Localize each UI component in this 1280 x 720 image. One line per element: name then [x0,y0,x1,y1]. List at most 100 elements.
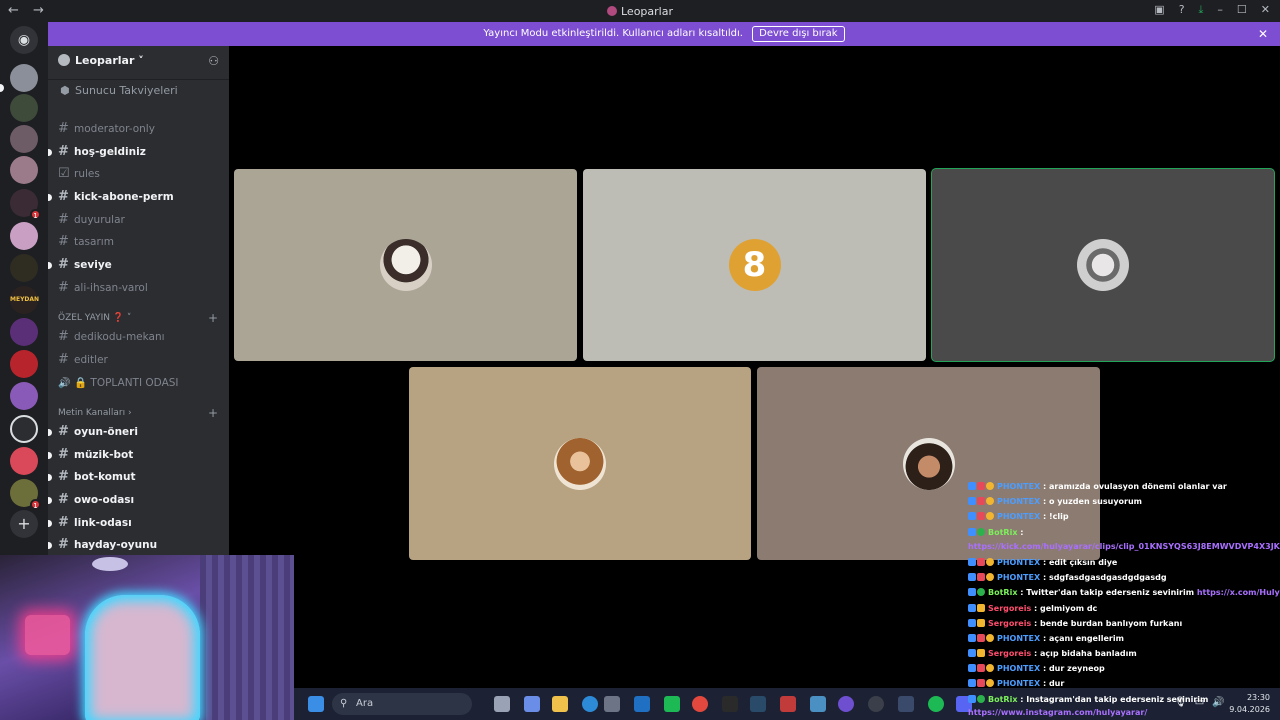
search-icon: ⚲ [340,698,348,709]
app-icon[interactable] [780,696,796,712]
minimize-button[interactable]: – [1217,3,1223,17]
add-channel-icon[interactable]: + [208,311,218,325]
channel-item[interactable]: # ali-ihsan-varol [58,278,223,298]
obs-icon[interactable] [868,696,884,712]
chat-message-link[interactable]: https://kick.com/hulyayarar/clips/clip_0… [968,542,1280,551]
channel-item[interactable]: # moderator-only [58,119,223,139]
help-icon[interactable]: ? [1179,3,1185,17]
channel-item[interactable]: # müzik-bot [48,445,223,465]
chat-text: : Twitter'dan takip ederseniz sevinirim [1020,588,1197,597]
app-icon[interactable] [898,696,914,712]
spotify-app-icon[interactable] [664,696,680,712]
disable-streamer-mode-button[interactable]: Devre dışı bırak [752,26,845,42]
category-ozel-yayin[interactable]: ÖZEL YAYIN ❓ ˅ + [58,311,218,325]
channel-item[interactable]: # duyurular [58,210,223,230]
badge-icon [986,558,994,566]
badge-icon [968,679,976,687]
channel-item[interactable]: # tasarım [58,232,223,252]
server-icon-6[interactable] [10,222,38,250]
volume-icon[interactable]: 🔊 [1212,697,1224,708]
participant-tile[interactable] [409,367,751,560]
participant-tile[interactable]: 8 [583,169,926,361]
voice-channel-item[interactable]: 🔊 🔒 TOPLANTI ODASI [58,373,223,393]
file-explorer-icon[interactable] [552,696,568,712]
server-icon-5[interactable]: 1 [10,189,41,220]
server-boosts[interactable]: ⬢ Sunucu Takviyeleri [60,84,178,97]
participant-tile[interactable] [234,169,577,361]
maximize-button[interactable]: ☐ [1237,3,1247,17]
discord-home-icon[interactable]: ◉ [10,26,38,54]
server-name[interactable]: Leoparlar ˅ [58,54,144,67]
hash-icon: # [58,144,69,159]
hash-icon: # [58,424,69,439]
unread-dot [48,452,52,459]
taskbar-search[interactable]: ⚲ Ara [332,693,472,715]
inbox-icon[interactable]: ▣ [1154,3,1164,17]
channel-item[interactable]: # kick-abone-perm [48,187,223,207]
spotify-icon[interactable] [928,696,944,712]
badge-icon [968,512,976,520]
server-icon-1[interactable] [10,64,38,92]
channel-item[interactable]: # owo-odası [48,490,223,510]
outlook-icon[interactable] [634,696,650,712]
app-icon[interactable] [810,696,826,712]
invite-icon[interactable]: ⚇ [208,54,219,68]
channel-item[interactable]: # dedikodu-mekanı [58,327,223,347]
start-icon[interactable] [308,696,324,712]
server-icon-7[interactable] [10,254,38,282]
channel-label: duyurular [74,214,125,226]
server-icon-9[interactable] [10,318,38,346]
channel-item[interactable]: # oyun-öneri [48,422,223,442]
edge-icon[interactable] [582,696,598,712]
server-icon-12[interactable] [10,415,38,443]
server-icon-meydan[interactable]: MEYDAN [10,286,39,314]
channel-item[interactable]: # bot-komut [48,467,223,487]
copilot-icon[interactable] [524,696,540,712]
task-view-icon[interactable] [494,696,510,712]
add-channel-icon[interactable]: + [208,406,218,420]
channel-item[interactable]: ☑ rules [58,164,223,184]
epic-games-icon[interactable] [722,696,738,712]
chat-text: : aramızda ovulasyon dönemi olanlar var [1042,482,1227,491]
category-metin-kanallari[interactable]: Metin Kanalları › + [58,406,218,420]
server-icon-11[interactable] [10,382,38,410]
chat-message: BotRix : Instagram'dan takip ederseniz s… [968,695,1208,704]
clock[interactable]: 23:30 9.04.2026 [1229,692,1270,716]
hash-icon: # [58,352,69,367]
participant-tile-speaking[interactable] [932,169,1274,361]
badge-icon [986,664,994,672]
server-icon-14[interactable]: 1 [10,479,41,510]
chat-message-link[interactable]: https://www.instagram.com/hulyayarar/ [968,708,1147,717]
chat-text: : gelmiyom dc [1034,604,1098,613]
chat-link[interactable]: https://www.instagram.com/hulyayarar/ [968,708,1147,717]
avatar [902,437,955,490]
chat-username: PHONTEX [997,634,1041,643]
channel-item[interactable]: # hoş-geldiniz [48,142,223,162]
chat-link[interactable]: https://kick.com/hulyayarar/clips/clip_0… [968,542,1280,551]
participant-tile[interactable] [757,367,1100,560]
server-icon-3[interactable] [10,125,38,153]
server-icon-2[interactable] [10,94,38,122]
store-icon[interactable] [604,696,620,712]
server-icon-4[interactable] [10,156,38,184]
close-window-button[interactable]: ✕ [1261,3,1270,17]
chat-link[interactable]: https://x.com/Hulya_yarar [1197,588,1280,597]
add-server-button[interactable]: + [10,510,38,538]
app-icon[interactable] [838,696,854,712]
chat-message: PHONTEX : edit çıksın diye [968,558,1117,567]
window-title: Leoparlar [0,5,1280,18]
channel-item[interactable]: # editler [58,350,223,370]
divider [48,79,229,80]
badge-icon [986,634,994,642]
download-icon[interactable]: ⤓ [1199,3,1204,17]
channel-label: hoş-geldiniz [74,146,146,158]
close-icon[interactable]: ✕ [1258,22,1268,46]
steam-icon[interactable] [750,696,766,712]
server-icon-10[interactable] [10,350,38,378]
server-guide-icon [58,54,70,66]
server-icon-13[interactable] [10,447,38,475]
channel-item[interactable]: # seviye [48,255,223,275]
channel-item[interactable]: # hayday-oyunu [48,535,223,555]
chrome-icon[interactable] [692,696,708,712]
channel-item[interactable]: # link-odası [48,513,223,533]
